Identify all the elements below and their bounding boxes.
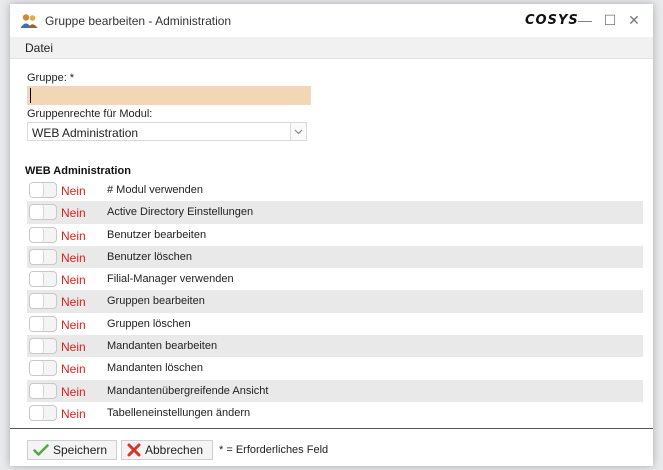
group-label: Gruppe: * bbox=[27, 72, 75, 84]
permissions-list: Nein # Modul verwenden Nein Active Direc… bbox=[27, 179, 643, 424]
permission-row: Nein Benutzer löschen bbox=[27, 245, 643, 269]
maximize-button[interactable]: ☐ bbox=[597, 10, 623, 30]
permission-toggle[interactable] bbox=[29, 248, 57, 265]
cancel-button[interactable]: Abbrechen bbox=[121, 440, 213, 460]
toggle-knob bbox=[30, 205, 44, 220]
permission-row: Nein Benutzer bearbeiten bbox=[27, 224, 643, 246]
required-field-note: * = Erforderliches Feld bbox=[219, 444, 329, 456]
permission-state: Nein bbox=[61, 250, 86, 265]
toggle-knob bbox=[30, 316, 44, 331]
title-bar: Gruppe bearbeiten - Administration COSYS… bbox=[10, 4, 653, 37]
permissions-section-title: WEB Administration bbox=[25, 165, 131, 177]
permission-state: Nein bbox=[61, 406, 86, 421]
chevron-down-icon[interactable] bbox=[290, 123, 306, 140]
toggle-knob bbox=[30, 405, 44, 420]
permission-state: Nein bbox=[61, 384, 86, 399]
permission-row: Nein Gruppen bearbeiten bbox=[27, 290, 643, 313]
brand-logo: COSYS bbox=[525, 13, 579, 28]
permission-state: Nein bbox=[61, 317, 86, 332]
permission-row: Nein Filial-Manager verwenden bbox=[27, 268, 643, 290]
group-name-input[interactable] bbox=[27, 86, 311, 105]
permission-row: Nein # Modul verwenden bbox=[27, 179, 643, 201]
permission-row: Nein Mandanten löschen bbox=[27, 357, 643, 379]
maximize-icon: ☐ bbox=[603, 11, 617, 28]
permission-label: Benutzer bearbeiten bbox=[107, 228, 207, 241]
module-rights-label: Gruppenrechte für Modul: bbox=[27, 108, 153, 120]
permission-label: Filial-Manager verwenden bbox=[107, 273, 234, 286]
menu-item-datei[interactable]: Datei bbox=[25, 41, 53, 55]
permission-toggle[interactable] bbox=[29, 293, 57, 310]
permission-state: Nein bbox=[61, 228, 86, 243]
permission-label: # Modul verwenden bbox=[107, 184, 204, 196]
toggle-knob bbox=[30, 272, 44, 287]
permission-state: Nein bbox=[61, 184, 86, 198]
permission-toggle[interactable] bbox=[29, 360, 57, 377]
permission-toggle[interactable] bbox=[29, 404, 57, 421]
permission-state: Nein bbox=[61, 273, 86, 288]
toggle-knob bbox=[30, 227, 44, 242]
permission-toggle[interactable] bbox=[29, 315, 57, 332]
footer-divider bbox=[10, 428, 653, 429]
permission-label: Mandanten bearbeiten bbox=[107, 340, 218, 353]
save-button-label: Speichern bbox=[53, 443, 108, 457]
checkmark-icon bbox=[33, 444, 49, 456]
permission-label: Gruppen löschen bbox=[107, 317, 191, 330]
window-title: Gruppe bearbeiten - Administration bbox=[45, 14, 232, 28]
toggle-knob bbox=[30, 383, 44, 398]
permission-toggle[interactable] bbox=[29, 271, 57, 288]
permission-toggle[interactable] bbox=[29, 382, 57, 399]
permission-state: Nein bbox=[61, 295, 86, 310]
permission-label: Active Directory Einstellungen bbox=[107, 206, 254, 219]
permission-toggle[interactable] bbox=[29, 182, 57, 198]
minimize-icon: — bbox=[578, 12, 592, 28]
dialog-window: Gruppe bearbeiten - Administration COSYS… bbox=[10, 4, 653, 466]
text-cursor bbox=[30, 88, 31, 103]
permission-label: Mandanten löschen bbox=[107, 362, 204, 375]
users-icon bbox=[20, 14, 38, 28]
permission-state: Nein bbox=[61, 340, 86, 355]
permission-label: Mandantenübergreifende Ansicht bbox=[107, 384, 269, 397]
red-x-icon bbox=[127, 443, 141, 457]
permission-row: Nein Mandanten bearbeiten bbox=[27, 335, 643, 358]
menu-bar: Datei bbox=[10, 37, 653, 59]
module-select[interactable]: WEB Administration bbox=[27, 122, 307, 141]
permission-row: Nein Tabelleneinstellungen ändern bbox=[27, 402, 643, 424]
permission-label: Gruppen bearbeiten bbox=[107, 295, 205, 308]
permission-state: Nein bbox=[61, 362, 86, 377]
permission-row: Nein Active Directory Einstellungen bbox=[27, 201, 643, 224]
cancel-button-label: Abbrechen bbox=[145, 443, 204, 457]
close-icon: ✕ bbox=[628, 11, 640, 28]
toggle-knob bbox=[30, 294, 44, 309]
permission-toggle[interactable] bbox=[29, 338, 57, 355]
permission-label: Benutzer löschen bbox=[107, 250, 192, 263]
toggle-knob bbox=[30, 361, 44, 376]
permission-label: Tabelleneinstellungen ändern bbox=[107, 406, 251, 419]
module-select-value: WEB Administration bbox=[32, 126, 139, 140]
toggle-knob bbox=[30, 249, 44, 264]
permission-toggle[interactable] bbox=[29, 204, 57, 221]
permission-toggle[interactable] bbox=[29, 226, 57, 243]
permission-row: Nein Gruppen löschen bbox=[27, 313, 643, 335]
toggle-knob bbox=[30, 183, 44, 197]
close-button[interactable]: ✕ bbox=[621, 10, 647, 30]
toggle-knob bbox=[30, 339, 44, 354]
save-button[interactable]: Speichern bbox=[27, 440, 117, 460]
minimize-button[interactable]: — bbox=[572, 10, 598, 30]
permission-state: Nein bbox=[61, 206, 86, 221]
permission-row: Nein Mandantenübergreifende Ansicht bbox=[27, 379, 643, 402]
